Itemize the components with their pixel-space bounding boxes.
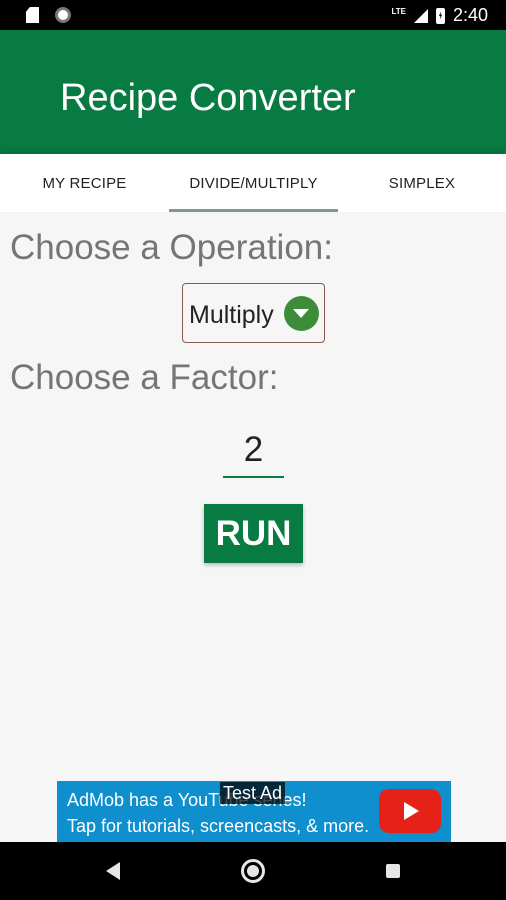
operation-spinner[interactable]: Multiply <box>182 283 325 343</box>
operation-label: Choose a Operation: <box>10 228 333 267</box>
home-icon[interactable] <box>241 859 265 883</box>
chevron-down-icon[interactable] <box>284 296 319 331</box>
recents-icon[interactable] <box>386 864 400 878</box>
tab-simplex[interactable]: SIMPLEX <box>338 154 506 212</box>
operation-selected-value: Multiply <box>189 301 274 329</box>
notification-dot-icon <box>55 7 71 23</box>
lte-icon: LTE <box>391 7 406 16</box>
back-icon[interactable] <box>106 862 120 880</box>
tab-indicator <box>169 209 338 212</box>
signal-icon <box>413 8 428 23</box>
tab-my-recipe[interactable]: MY RECIPE <box>0 154 169 212</box>
app-bar: Recipe Converter <box>0 30 506 154</box>
tab-bar: MY RECIPE DIVIDE/MULTIPLY SIMPLEX <box>0 154 506 212</box>
tab-divide-multiply[interactable]: DIVIDE/MULTIPLY <box>169 154 338 212</box>
factor-label: Choose a Factor: <box>10 358 279 397</box>
battery-charging-icon <box>435 7 445 24</box>
factor-input[interactable]: 2 <box>223 428 284 478</box>
navigation-bar <box>0 842 506 900</box>
test-ad-badge: Test Ad <box>220 782 286 804</box>
ad-subline: Tap for tutorials, screencasts, & more. <box>67 816 370 836</box>
status-time: 2:40 <box>452 5 488 25</box>
status-bar: LTE 2:40 <box>0 0 506 30</box>
run-button[interactable]: RUN <box>204 504 303 563</box>
sd-card-icon <box>26 7 39 23</box>
ad-banner[interactable]: AdMob has a YouTube series! Tap for tuto… <box>57 781 451 842</box>
youtube-play-icon[interactable] <box>379 789 441 833</box>
app-title: Recipe Converter <box>60 77 356 119</box>
